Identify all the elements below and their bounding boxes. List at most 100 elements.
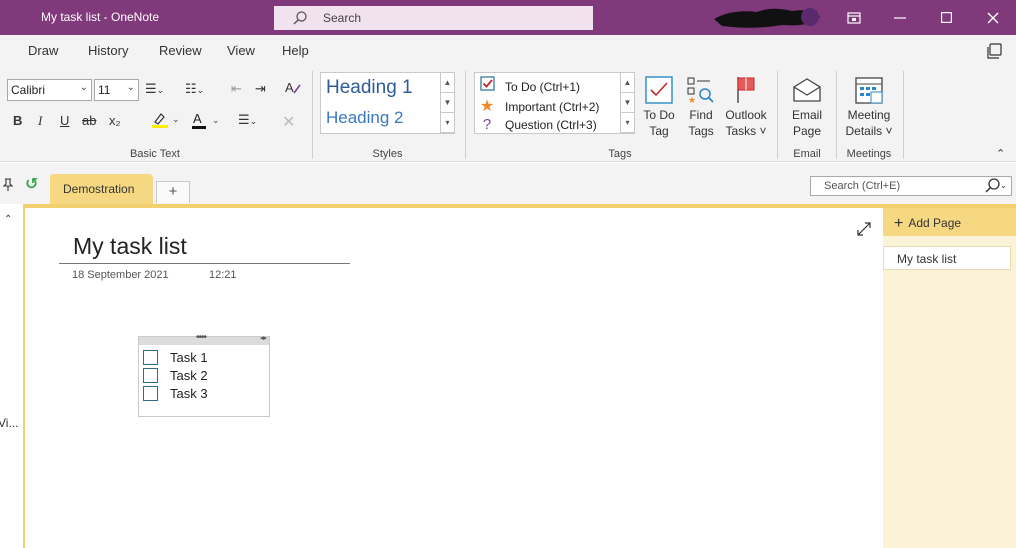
tag-question-label: Question (Ctrl+3) xyxy=(505,118,597,132)
divider xyxy=(903,71,904,159)
decrease-indent-icon[interactable]: ⇤ xyxy=(231,81,242,97)
group-label-tags: Tags xyxy=(608,148,632,160)
chevron-up-icon[interactable]: ▲ xyxy=(441,73,454,93)
left-nav-partial-label[interactable]: Vi... xyxy=(0,416,18,430)
email-page-button[interactable]: Email Page xyxy=(785,73,829,139)
add-section-button[interactable]: + xyxy=(156,181,190,203)
section-tab-demostration[interactable]: Demostration xyxy=(50,174,153,204)
style-heading-1[interactable]: Heading 1 xyxy=(326,77,413,99)
tag-question[interactable]: ? Question (Ctrl+3) xyxy=(479,116,597,133)
paragraph-align-icon[interactable]: ☰⌄ xyxy=(238,112,257,128)
highlight-icon[interactable]: ⌄ xyxy=(151,110,181,133)
email-page-label-1: Email xyxy=(791,108,822,122)
pin-icon[interactable] xyxy=(2,178,14,195)
collapse-ribbon-icon[interactable]: ⌃ xyxy=(996,147,1005,160)
chevron-down-icon: ⌄ xyxy=(79,82,88,93)
sync-icon[interactable]: ↺ xyxy=(25,174,38,194)
meeting-details-button[interactable]: Meeting Details ˅ xyxy=(842,73,896,139)
task-item[interactable]: Task 2 xyxy=(143,368,208,383)
font-size-dropdown[interactable]: 11 ⌄ xyxy=(94,79,139,101)
style-heading-2[interactable]: Heading 2 xyxy=(326,108,404,128)
styles-scroll[interactable]: ▲ ▼ ▾ xyxy=(440,73,454,133)
add-page-button[interactable]: + Add Page xyxy=(883,208,1016,236)
bold-button[interactable]: B xyxy=(13,113,22,128)
flag-icon xyxy=(722,73,770,107)
task-label[interactable]: Task 3 xyxy=(170,386,208,401)
search-icon[interactable]: ⌄ xyxy=(985,178,1007,197)
outlook-tasks-button[interactable]: Outlook Tasks ˅ xyxy=(722,73,770,139)
task-checkbox[interactable] xyxy=(143,350,158,365)
search-icon xyxy=(292,10,308,29)
tag-todo[interactable]: To Do (Ctrl+1) xyxy=(479,76,580,94)
font-name-dropdown[interactable]: Calibri ⌄ xyxy=(7,79,92,101)
italic-button[interactable]: I xyxy=(38,113,42,129)
title-bar: My task list - OneNote Search xyxy=(0,0,1016,35)
styles-gallery[interactable]: Heading 1 Heading 2 ▲ ▼ ▾ xyxy=(320,72,455,134)
chevron-down-icon: ⌄ xyxy=(126,82,135,93)
strikethrough-button[interactable]: ab xyxy=(82,113,96,128)
tab-help[interactable]: Help xyxy=(282,43,309,58)
tab-view[interactable]: View xyxy=(227,43,255,58)
notebook-search-input[interactable]: Search (Ctrl+E) ⌄ xyxy=(810,176,1012,196)
resize-icon[interactable]: ◂▸ xyxy=(260,334,267,342)
question-icon: ? xyxy=(482,116,492,133)
expand-icon[interactable] xyxy=(857,222,871,239)
page-list-item[interactable]: My task list xyxy=(883,246,1011,270)
bullets-icon[interactable]: ☰⌄ xyxy=(145,81,164,97)
page-time: 12:21 xyxy=(209,269,237,281)
subscript-button[interactable]: x₂ xyxy=(109,113,121,128)
meeting-details-label-1: Meeting xyxy=(847,108,891,122)
close-icon[interactable] xyxy=(970,0,1016,35)
menu-bar: Draw History Review View Help xyxy=(0,35,1016,65)
more-icon[interactable]: ▾ xyxy=(621,113,634,133)
numbering-icon[interactable]: ☷⌄ xyxy=(185,81,204,97)
page-title[interactable]: My task list xyxy=(73,233,187,260)
star-icon: ★ xyxy=(479,98,495,115)
calendar-icon xyxy=(842,73,896,107)
font-color-icon[interactable]: A ⌄ xyxy=(192,111,222,134)
page-canvas[interactable]: My task list 18 September 2021 12:21 •••… xyxy=(23,204,883,548)
task-item[interactable]: Task 3 xyxy=(143,386,208,401)
group-label-styles: Styles xyxy=(372,148,403,160)
plus-icon: + xyxy=(894,215,904,232)
tag-todo-label: To Do (Ctrl+1) xyxy=(505,80,581,94)
note-container[interactable]: •••• ◂▸ Task 1 Task 2 Task 3 xyxy=(138,332,270,417)
chevron-up-icon[interactable]: ▲ xyxy=(621,73,634,93)
minimize-icon[interactable] xyxy=(877,0,923,35)
search-box[interactable]: Search xyxy=(274,6,593,30)
todo-tag-button[interactable]: To Do Tag xyxy=(640,73,678,139)
find-tags-button[interactable]: ★ Find Tags xyxy=(684,73,718,139)
share-icon[interactable] xyxy=(987,43,1003,62)
tags-gallery[interactable]: To Do (Ctrl+1) ★ Important (Ctrl+2) ? Ques… xyxy=(474,72,635,134)
tab-draw[interactable]: Draw xyxy=(28,43,58,58)
task-label[interactable]: Task 2 xyxy=(170,368,208,383)
chevron-down-icon[interactable]: ▼ xyxy=(441,93,454,113)
group-label-email: Email xyxy=(793,148,821,160)
ribbon-display-icon[interactable] xyxy=(831,0,877,35)
tag-important[interactable]: ★ Important (Ctrl+2) xyxy=(479,96,600,116)
task-checkbox[interactable] xyxy=(143,386,158,401)
tag-important-label: Important (Ctrl+2) xyxy=(505,100,600,114)
chevron-down-icon[interactable]: ▼ xyxy=(621,93,634,113)
task-item[interactable]: Task 1 xyxy=(143,350,208,365)
task-label[interactable]: Task 1 xyxy=(170,350,208,365)
tags-scroll[interactable]: ▲ ▼ ▾ xyxy=(620,73,634,133)
increase-indent-icon[interactable]: ⇥ xyxy=(255,81,266,97)
task-checkbox[interactable] xyxy=(143,368,158,383)
todo-tag-label-2: Tag xyxy=(649,124,669,138)
notebook-bar: ↺ Demostration + Search (Ctrl+E) ⌄ xyxy=(0,163,1016,204)
account-avatar[interactable] xyxy=(712,5,822,31)
clear-formatting-icon[interactable]: ✕ xyxy=(282,112,295,132)
format-painter-icon[interactable]: A xyxy=(284,79,302,100)
title-underline xyxy=(59,263,350,264)
note-drag-handle[interactable]: •••• ◂▸ xyxy=(139,332,269,345)
underline-button[interactable]: U xyxy=(60,113,69,128)
svg-text:⌄: ⌄ xyxy=(1000,181,1007,190)
tab-review[interactable]: Review xyxy=(159,43,202,58)
chevron-up-icon[interactable]: ⌃ xyxy=(4,214,12,225)
tab-history[interactable]: History xyxy=(88,43,128,58)
group-label-basic-text: Basic Text xyxy=(130,148,180,160)
divider xyxy=(836,71,837,159)
maximize-icon[interactable] xyxy=(923,0,969,35)
more-icon[interactable]: ▾ xyxy=(441,113,454,133)
